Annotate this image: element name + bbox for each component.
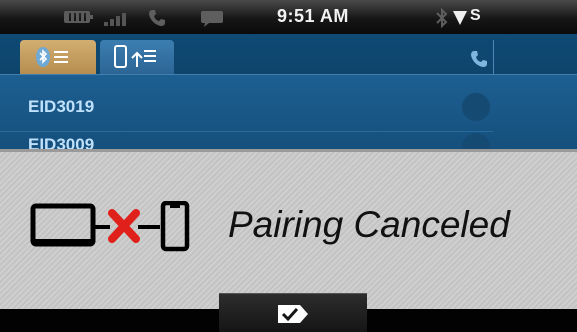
message-icon [201,11,223,27]
bluetooth-icon [436,7,448,29]
carrier-label: S [470,7,481,24]
dialog-message: Pairing Canceled [228,204,510,245]
bluetooth-list-icon [36,47,68,67]
row-divider [0,131,493,132]
phone-icon [149,10,165,26]
phone-panel: EID3019 EID3009 [0,34,577,161]
ok-button[interactable] [219,293,367,332]
list-item[interactable]: EID3019 [28,97,94,117]
phone-transfer-icon [114,45,156,68]
network-icon [453,11,467,25]
battery-icon [64,11,93,23]
signal-icon [104,10,130,26]
pairing-failed-icon [30,201,190,252]
device-list: EID3019 EID3009 [0,74,577,161]
pairing-dialog: Pairing Canceled [0,149,577,309]
tab-bluetooth-devices[interactable] [20,40,96,74]
call-column-icon [471,51,487,67]
status-bar: 9:51 AM S [0,0,577,34]
status-time: 9:51 AM [277,6,349,26]
tab-phone-transfer[interactable] [100,40,174,74]
device-status-indicator [462,93,490,121]
checkmark-icon [278,305,308,323]
